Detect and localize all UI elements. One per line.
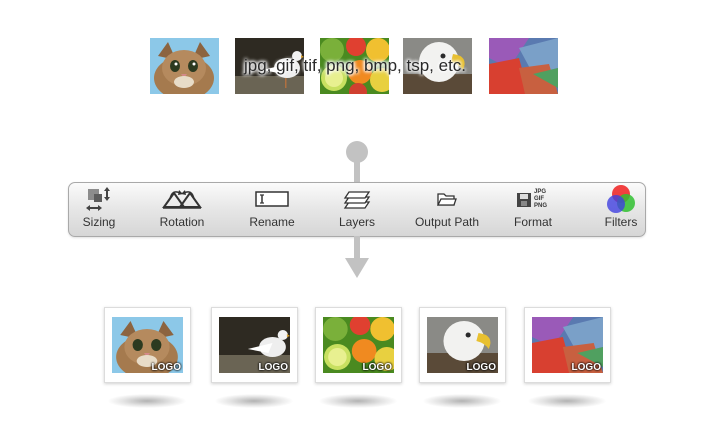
format-jpg-text: JPG bbox=[534, 189, 546, 195]
photo-frame: LOGO bbox=[419, 307, 506, 383]
drop-shadow bbox=[108, 394, 186, 408]
tool-output-path-label: Output Path bbox=[414, 215, 480, 229]
output-image-fruit: LOGO bbox=[315, 307, 402, 383]
watermark-logo: LOGO bbox=[151, 362, 181, 373]
tool-format[interactable]: JPG GIF PNG Format bbox=[505, 183, 561, 236]
format-png-text: PNG bbox=[534, 203, 547, 209]
tool-rotation-label: Rotation bbox=[159, 215, 205, 229]
filters-icon bbox=[607, 185, 635, 213]
output-image-kitten: LOGO bbox=[104, 307, 191, 383]
rotation-icon bbox=[162, 190, 202, 209]
input-image-abstract bbox=[489, 38, 558, 94]
watermark-logo: LOGO bbox=[258, 362, 288, 373]
tool-rename-label: Rename bbox=[249, 215, 295, 229]
drop-shadow bbox=[528, 394, 606, 408]
tool-sizing[interactable]: Sizing bbox=[75, 183, 123, 236]
flow-arrow-down bbox=[345, 236, 369, 278]
tool-filters[interactable]: Filters bbox=[596, 183, 646, 236]
format-gif-text: GIF bbox=[534, 196, 544, 202]
tool-format-label: Format bbox=[513, 215, 552, 229]
flow-start-connector bbox=[346, 141, 368, 184]
rename-icon bbox=[255, 191, 289, 207]
tool-filters-label: Filters bbox=[604, 215, 638, 229]
drop-shadow bbox=[319, 394, 397, 408]
photo-frame: LOGO bbox=[315, 307, 402, 383]
photo-frame: LOGO bbox=[104, 307, 191, 383]
tool-rename[interactable]: Rename bbox=[241, 183, 303, 236]
watermark-logo: LOGO bbox=[466, 362, 496, 373]
sizing-icon bbox=[86, 187, 110, 211]
folder-icon bbox=[437, 193, 457, 206]
supported-formats-text: jpg, gif, tif, png, bmp, tsp, etc. bbox=[243, 56, 467, 75]
drop-shadow bbox=[423, 394, 501, 408]
input-image-kitten bbox=[150, 38, 219, 94]
drop-shadow bbox=[215, 394, 293, 408]
photo-frame: LOGO bbox=[524, 307, 611, 383]
photo-frame: LOGO bbox=[211, 307, 298, 383]
format-icon: JPG GIF PNG bbox=[517, 189, 547, 209]
watermark-logo: LOGO bbox=[362, 362, 392, 373]
output-image-abstract: LOGO bbox=[524, 307, 611, 383]
tool-layers[interactable]: Layers bbox=[329, 183, 385, 236]
tool-layers-label: Layers bbox=[338, 215, 376, 229]
toolbar: Sizing Rotation Rename Layers Output Pat… bbox=[68, 182, 646, 237]
layers-icon bbox=[343, 191, 371, 209]
watermark-logo: LOGO bbox=[571, 362, 601, 373]
kitten-photo bbox=[150, 38, 219, 94]
abstract-photo bbox=[489, 38, 558, 94]
tool-output-path[interactable]: Output Path bbox=[409, 183, 485, 236]
output-image-seagull: LOGO bbox=[211, 307, 298, 383]
tool-sizing-label: Sizing bbox=[82, 215, 116, 229]
output-image-eagle: LOGO bbox=[419, 307, 506, 383]
tool-rotation[interactable]: Rotation bbox=[151, 183, 213, 236]
